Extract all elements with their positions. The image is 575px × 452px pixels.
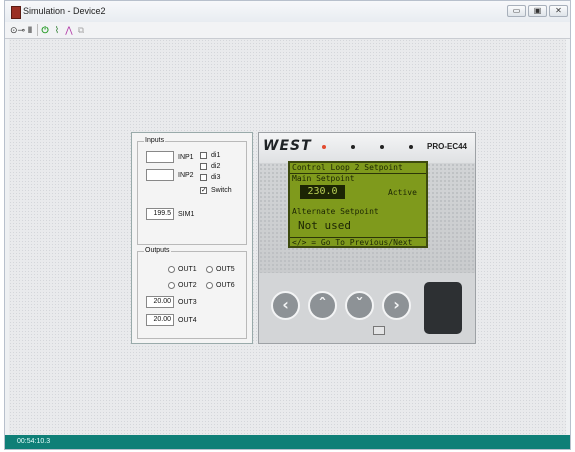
- maximize-button[interactable]: ▣: [528, 5, 547, 17]
- di1-checkbox[interactable]: [200, 152, 207, 159]
- out5-label: OUT5: [216, 266, 235, 273]
- device-faceplate: WEST PRO-EC44 Control Loop 2 Setpoint Ma…: [258, 132, 476, 344]
- model-label: PRO-EC44: [426, 142, 467, 151]
- out6-label: OUT6: [216, 282, 235, 289]
- out3-label: OUT3: [178, 299, 197, 306]
- sim1-label: SIM1: [178, 211, 195, 218]
- inp1-label: INP1: [178, 154, 194, 161]
- brand-logo: WEST: [263, 138, 312, 154]
- inp1-field[interactable]: [146, 151, 174, 163]
- out3-field[interactable]: 20.00: [146, 296, 174, 308]
- led-indicator: [409, 145, 413, 149]
- out1-label: OUT1: [178, 266, 197, 273]
- right-button[interactable]: ›: [382, 291, 411, 320]
- simulation-canvas: Inputs INP1 INP2 di1 di2 di3 ✓ Switch 19…: [9, 39, 566, 435]
- window-title: Simulation - Device2: [23, 6, 106, 16]
- out2-radio[interactable]: [168, 282, 175, 289]
- chart-icon[interactable]: ⋀: [64, 24, 74, 36]
- inp2-label: INP2: [178, 172, 194, 179]
- switch-checkbox[interactable]: ✓: [200, 187, 207, 194]
- inputs-group: Inputs INP1 INP2 di1 di2 di3 ✓ Switch 19…: [137, 137, 247, 245]
- led-indicator: [351, 145, 355, 149]
- minimize-button[interactable]: ▭: [507, 5, 526, 17]
- inputs-group-label: Inputs: [144, 137, 166, 144]
- di2-checkbox[interactable]: [200, 163, 207, 170]
- lcd-display: Control Loop 2 Setpoint Main Setpoint 23…: [288, 161, 428, 248]
- copy-icon[interactable]: ⧉: [76, 24, 86, 36]
- io-panel: Inputs INP1 INP2 di1 di2 di3 ✓ Switch 19…: [131, 132, 253, 344]
- app-icon: [11, 6, 21, 19]
- status-bar: 00:54:10.3: [5, 435, 570, 449]
- di2-label: di2: [211, 163, 221, 170]
- lcd-status: Active: [388, 188, 417, 197]
- sim1-field[interactable]: 199.5: [146, 208, 174, 220]
- lcd-header: Control Loop 2 Setpoint: [290, 163, 426, 174]
- connect-icon[interactable]: ⊙⊸: [10, 24, 25, 36]
- inp2-field[interactable]: [146, 169, 174, 181]
- outputs-group: Outputs OUT1 OUT5 OUT2 OUT6 20.00 OUT3 2…: [137, 247, 247, 339]
- out1-radio[interactable]: [168, 266, 175, 273]
- elapsed-time: 00:54:10.3: [17, 438, 51, 445]
- lcd-main-label: Main Setpoint: [292, 174, 355, 183]
- di3-checkbox[interactable]: [200, 174, 207, 181]
- keyboard-icon[interactable]: [373, 326, 385, 335]
- switch-label: Switch: [211, 187, 232, 194]
- out5-radio[interactable]: [206, 266, 213, 273]
- pause-icon[interactable]: ‖: [26, 24, 34, 36]
- led-indicator: [380, 145, 384, 149]
- title-bar: Simulation - Device2 ▭ ▣ ✕: [5, 1, 570, 22]
- device-header: WEST PRO-EC44: [259, 133, 475, 163]
- power-icon[interactable]: ⏻: [40, 24, 50, 36]
- lcd-footer: </> = Go To Previous/Next: [290, 237, 426, 246]
- lcd-alt-value: Not used: [298, 219, 351, 232]
- outputs-group-label: Outputs: [144, 247, 171, 254]
- di3-label: di3: [211, 174, 221, 181]
- trend-chart-icon[interactable]: ⌇: [52, 24, 62, 36]
- keypad-area: ‹ ˆ ˇ ›: [259, 273, 475, 343]
- up-button[interactable]: ˆ: [308, 291, 337, 320]
- out6-radio[interactable]: [206, 282, 213, 289]
- left-button[interactable]: ‹: [271, 291, 300, 320]
- di1-label: di1: [211, 152, 221, 159]
- out4-field[interactable]: 20.00: [146, 314, 174, 326]
- lcd-main-value: 230.0: [300, 185, 345, 199]
- lcd-alt-label: Alternate Setpoint: [292, 207, 379, 216]
- out4-label: OUT4: [178, 317, 197, 324]
- enter-key[interactable]: [424, 282, 462, 334]
- red-led-indicator: [322, 145, 326, 149]
- down-button[interactable]: ˇ: [345, 291, 374, 320]
- out2-label: OUT2: [178, 282, 197, 289]
- simulation-window: Simulation - Device2 ▭ ▣ ✕ ⊙⊸ ‖ ⏻ ⌇ ⋀ ⧉ …: [4, 0, 571, 450]
- toolbar: ⊙⊸ ‖ ⏻ ⌇ ⋀ ⧉: [5, 22, 570, 39]
- close-button[interactable]: ✕: [549, 5, 568, 17]
